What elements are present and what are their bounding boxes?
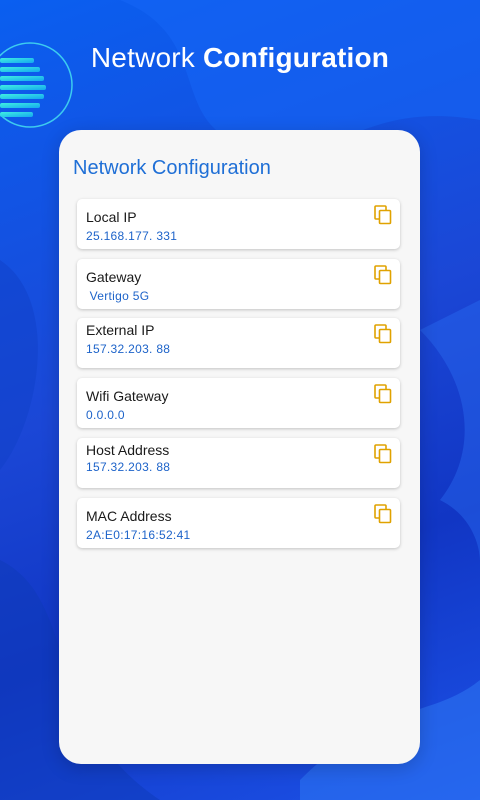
info-row-host-address: Host Address 157.32.203. 88 bbox=[77, 438, 400, 488]
row-value: 157.32.203. 88 bbox=[86, 460, 171, 474]
info-row-wifi-gateway: Wifi Gateway 0.0.0.0 bbox=[77, 378, 400, 428]
row-label: Gateway bbox=[86, 269, 142, 285]
copy-icon[interactable] bbox=[374, 504, 392, 524]
row-value: 2A:E0:17:16:52:41 bbox=[86, 528, 191, 542]
row-value: 0.0.0.0 bbox=[86, 408, 125, 422]
network-config-card: Network Configuration Local IP 25.168.17… bbox=[59, 130, 420, 764]
copy-icon[interactable] bbox=[374, 205, 392, 225]
copy-icon[interactable] bbox=[374, 324, 392, 344]
heading-light-text: Network bbox=[90, 42, 195, 73]
row-value: 25.168.177. 331 bbox=[86, 229, 178, 243]
info-row-mac-address: MAC Address 2A:E0:17:16:52:41 bbox=[77, 498, 400, 548]
info-row-external-ip: External IP 157.32.203. 88 bbox=[77, 318, 400, 368]
card-title: Network Configuration bbox=[73, 157, 271, 179]
row-label: Local IP bbox=[86, 209, 137, 225]
copy-icon[interactable] bbox=[374, 444, 392, 464]
page-heading: Network Configuration bbox=[0, 42, 480, 74]
row-label: Host Address bbox=[86, 442, 170, 458]
row-label: External IP bbox=[86, 322, 155, 338]
row-label: Wifi Gateway bbox=[86, 388, 169, 404]
info-row-local-ip: Local IP 25.168.177. 331 bbox=[77, 199, 400, 249]
row-value: 157.32.203. 88 bbox=[86, 342, 171, 356]
info-row-gateway: Gateway Vertigo 5G bbox=[77, 259, 400, 309]
heading-bold-text: Configuration bbox=[202, 42, 390, 73]
row-label: MAC Address bbox=[86, 508, 172, 524]
copy-icon[interactable] bbox=[374, 265, 392, 285]
copy-icon[interactable] bbox=[374, 384, 392, 404]
row-value: Vertigo 5G bbox=[86, 289, 150, 303]
